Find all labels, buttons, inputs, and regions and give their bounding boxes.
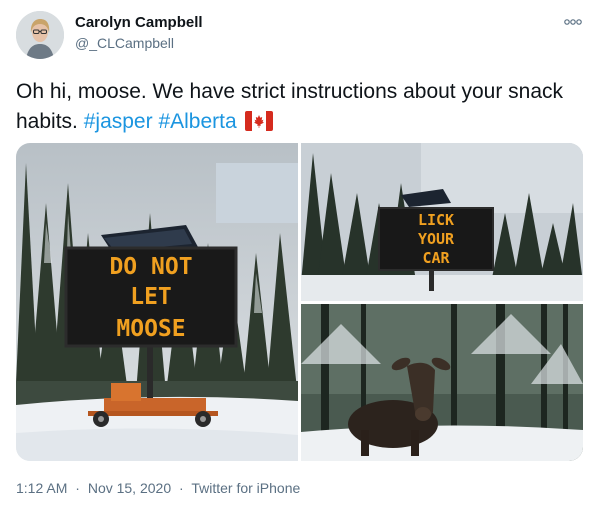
author-name[interactable]: Carolyn Campbell <box>75 14 203 31</box>
sign-line-1: LICK <box>418 211 454 229</box>
more-options-button[interactable] <box>562 14 584 30</box>
timestamp-date[interactable]: Nov 15, 2020 <box>88 480 171 496</box>
timestamp-time[interactable]: 1:12 AM <box>16 480 67 496</box>
photo-sign-do-not-let-moose[interactable]: DO NOT LET MOOSE <box>16 143 298 461</box>
hashtag-jasper[interactable]: #jasper <box>84 110 153 133</box>
separator: · <box>75 480 80 496</box>
sign-line-2: YOUR <box>418 230 455 248</box>
separator: · <box>179 480 184 496</box>
tweet-text: Oh hi, moose. We have strict instruction… <box>16 77 576 137</box>
sign-line-1: DO NOT <box>109 254 192 280</box>
tweet-meta: 1:12 AM · Nov 15, 2020 · Twitter for iPh… <box>16 480 300 496</box>
sign-line-2: LET <box>130 284 172 310</box>
photo-moose[interactable] <box>301 304 583 461</box>
photo-sign-lick-your-car[interactable]: LICK YOUR CAR <box>301 143 583 301</box>
tweet-source[interactable]: Twitter for iPhone <box>191 480 300 496</box>
more-horizontal-icon <box>564 19 582 25</box>
canada-flag-icon <box>244 111 273 131</box>
sign-line-3: MOOSE <box>116 316 185 342</box>
sign-line-3: CAR <box>422 249 450 267</box>
author-handle[interactable]: @_CLCampbell <box>75 35 174 51</box>
hashtag-alberta[interactable]: #Alberta <box>158 110 236 133</box>
media-grid: DO NOT LET MOOSE LICK YOUR CAR <box>16 143 583 461</box>
avatar[interactable] <box>16 11 64 59</box>
tweet-card: Carolyn Campbell @_CLCampbell Oh hi, moo… <box>0 0 598 509</box>
